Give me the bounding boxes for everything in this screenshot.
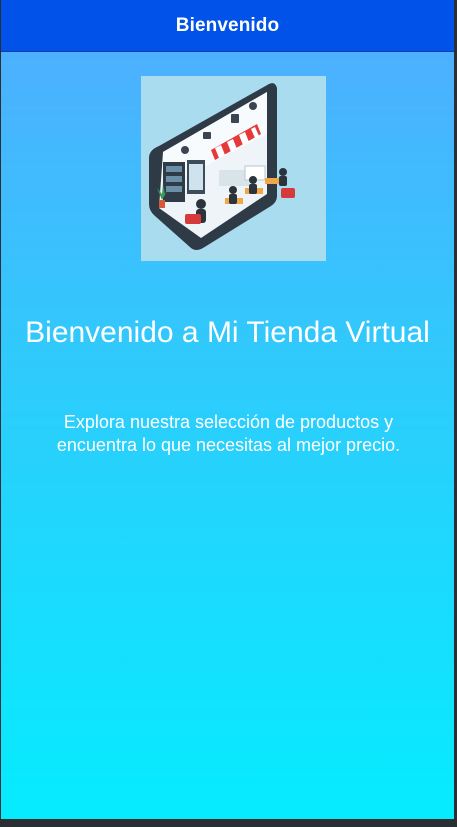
welcome-headline: Bienvenido a Mi Tienda Virtual: [25, 316, 430, 349]
welcome-description: Explora nuestra selección de productos y…: [56, 412, 401, 455]
store-illustration-image: [141, 76, 326, 261]
welcome-screen: Bienvenido a Mi Tienda Virtual Explora n…: [1, 52, 454, 819]
app-bar-title: Bienvenido: [175, 14, 280, 36]
app-frame: Bienvenido Bienvenido a Mi Tienda Virtua…: [0, 0, 455, 819]
app-bar: Bienvenido: [1, 0, 454, 52]
